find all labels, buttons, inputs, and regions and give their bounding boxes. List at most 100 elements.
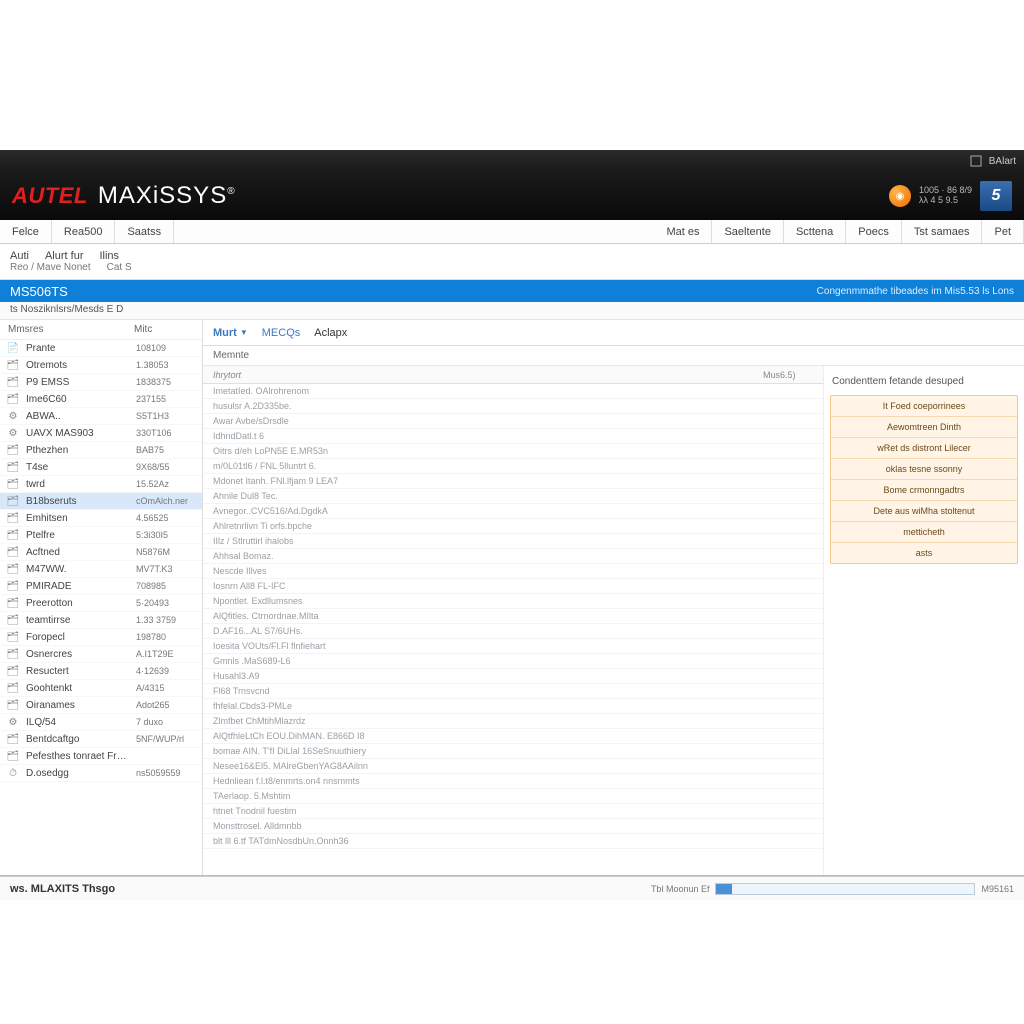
grid-row[interactable]: Oitrs d/eh LoPN5E E.MR53n xyxy=(203,444,823,459)
sidebar-item[interactable]: 🗂twrd15.52Az xyxy=(0,476,202,493)
sidebar[interactable]: Mmsres Mitc 📄Prante108109🗂Otremots1.3805… xyxy=(0,320,203,875)
grid-row[interactable]: Nescde Illves xyxy=(203,564,823,579)
grid-row[interactable]: blt lll 6.tf TATdmNosdbUn.Onnh36 xyxy=(203,834,823,849)
grid-row[interactable]: AlQfitles. Ctrnordnae.MIlta xyxy=(203,609,823,624)
grid-row[interactable]: Avnegor..CVC516/Ad.DgdkA xyxy=(203,504,823,519)
grid-header-col1: Ihrytort xyxy=(203,370,763,380)
subbar-reo[interactable]: Reo / Mave Nonet xyxy=(10,262,91,273)
tab-saeltente[interactable]: Saeltente xyxy=(712,220,783,243)
grid-row[interactable]: m/0L01tl6 / FNL 5lluntrt 6. xyxy=(203,459,823,474)
callout-item[interactable]: oklas tesne ssonny xyxy=(831,459,1017,480)
sidebar-item[interactable]: 🗂OsnercresA.I1T29E xyxy=(0,646,202,663)
grid-row[interactable]: Ahlretnrlivn Ti orfs.bpche xyxy=(203,519,823,534)
grid-row[interactable]: Mdonet Itanh. FNl.lfjam 9 LEA7 xyxy=(203,474,823,489)
grid-row[interactable]: Zlmfbet ChMtihMlazrdz xyxy=(203,714,823,729)
sidebar-item[interactable]: 📄Prante108109 xyxy=(0,340,202,357)
tab-poecs[interactable]: Poecs xyxy=(846,220,902,243)
sidebar-item[interactable]: ⚙ILQ/547 duxo xyxy=(0,714,202,731)
sidebar-item-icon: 🗂 xyxy=(6,444,20,456)
callout-item[interactable]: It Foed coeporrinees xyxy=(831,396,1017,417)
callout-item[interactable]: metticheth xyxy=(831,522,1017,543)
tab-felce[interactable]: Felce xyxy=(0,220,52,243)
sidebar-item-icon: 🗂 xyxy=(6,563,20,575)
sidebar-item-icon: 🗂 xyxy=(6,597,20,609)
grid-row[interactable]: Monsttrosel. Alldmnbb xyxy=(203,819,823,834)
grid-row[interactable]: Ahhsal Bomaz. xyxy=(203,549,823,564)
sidebar-item[interactable]: 🗂Pefesthes tonraet Frnce xyxy=(0,748,202,765)
grid-row[interactable]: Ioesita VOUts/Fl.Fl flnfiehart xyxy=(203,639,823,654)
sidebar-item[interactable]: 🗂Emhitsen4.56525 xyxy=(0,510,202,527)
sidebar-item[interactable]: 🗂Otremots1.38053 xyxy=(0,357,202,374)
sidebar-item[interactable]: 🗂Foropecl198780 xyxy=(0,629,202,646)
grid-row[interactable]: AlQtfhleLtCh EOU.DihMAN. E866D I8 xyxy=(203,729,823,744)
grid-row[interactable]: TAerlaop. 5.Mshtim xyxy=(203,789,823,804)
callout-item[interactable]: Aewomtreen Dinth xyxy=(831,417,1017,438)
grid-row[interactable]: Husahl3.A9 xyxy=(203,669,823,684)
sidebar-item[interactable]: 🗂B18bserutscOmAlch.ner xyxy=(0,493,202,510)
sidebar-item[interactable]: 🗂Ime6C60237155 xyxy=(0,391,202,408)
sidebar-item[interactable]: 🗂Bentdcaftgo5NF/WUP/rl xyxy=(0,731,202,748)
sidebar-item[interactable]: 🗂GoohtenktA/4315 xyxy=(0,680,202,697)
grid-row[interactable]: husulsr A.2D335be. xyxy=(203,399,823,414)
sidebar-item[interactable]: ⚙ABWA..S5T1H3 xyxy=(0,408,202,425)
content-tab-main[interactable]: Murt▼ xyxy=(213,327,248,339)
sidebar-item[interactable]: 🗂PthezhenBAB75 xyxy=(0,442,202,459)
sidebar-item-value: 1.38053 xyxy=(136,360,196,370)
grid-row[interactable]: ImetatIed. OAlrohrenom xyxy=(203,384,823,399)
tab-rea500[interactable]: Rea500 xyxy=(52,220,116,243)
tab-scttena[interactable]: Scttena xyxy=(784,220,846,243)
grid-row[interactable]: Iosnrn All8 FL-IFC xyxy=(203,579,823,594)
sidebar-item-label: Ptelfre xyxy=(26,530,130,541)
sidebar-item-value: 708985 xyxy=(136,581,196,591)
grid-row[interactable]: Nesee16&El5. MAlreGbenYAG8AAilnn xyxy=(203,759,823,774)
tab-mates[interactable]: Mat es xyxy=(654,220,712,243)
subbar-auti[interactable]: Auti xyxy=(10,250,29,262)
tab-pet[interactable]: Pet xyxy=(982,220,1024,243)
sidebar-item[interactable]: 🗂AcftnedN5876M xyxy=(0,544,202,561)
sidebar-item[interactable]: 🗂M47WW.MV7T.K3 xyxy=(0,561,202,578)
subbar-cats[interactable]: Cat S xyxy=(107,262,132,273)
grid-row[interactable]: Gmnls .MaS689-L6 xyxy=(203,654,823,669)
tab-saatss[interactable]: Saatss xyxy=(115,220,174,243)
sidebar-item-value: 7 duxo xyxy=(136,717,196,727)
brand-blue-box[interactable]: 5 xyxy=(980,181,1012,211)
sidebar-item[interactable]: ⏱D.osedggns5059559 xyxy=(0,765,202,782)
sidebar-item[interactable]: 🗂teamtirrse1.33 3759 xyxy=(0,612,202,629)
grid-row[interactable]: IdhndDatl.t 6 xyxy=(203,429,823,444)
grid-row[interactable]: Npontlet. Exdllumsnes xyxy=(203,594,823,609)
connect-icon[interactable]: ◉ xyxy=(889,185,911,207)
tab-tstsamaes[interactable]: Tst samaes xyxy=(902,220,983,243)
sidebar-item-icon: 🗂 xyxy=(6,614,20,626)
sidebar-item[interactable]: 🗂Ptelfre5:3i30I5 xyxy=(0,527,202,544)
grid-row[interactable]: fhfelal.Cbds3-PMLe xyxy=(203,699,823,714)
sidebar-item[interactable]: ⚙UAVX MAS903330T106 xyxy=(0,425,202,442)
sidebar-item[interactable]: 🗂OiranamesAdot265 xyxy=(0,697,202,714)
content-tab-adapt[interactable]: Aclapx xyxy=(314,327,347,339)
brand-status-text: 1005 · 86 8/9 λλ 4 5 9.5 xyxy=(919,186,972,206)
grid-row[interactable]: Hednliean f.l.t8/enmrts.on4 nnsmmts xyxy=(203,774,823,789)
sidebar-item[interactable]: 🗂PMIRADE708985 xyxy=(0,578,202,595)
content-tab-meta[interactable]: MECQs xyxy=(262,327,301,339)
subbar-ilins[interactable]: Ilins xyxy=(99,250,119,262)
grid-row[interactable]: Fl68 Trnsvcnd xyxy=(203,684,823,699)
grid-row[interactable]: Ahnile Dul8 Tec. xyxy=(203,489,823,504)
sidebar-item-label: Goohtenkt xyxy=(26,683,130,694)
callout-item[interactable]: wRet ds distront Lilecer xyxy=(831,438,1017,459)
grid-area[interactable]: Ihrytort Mus6.5) ImetatIed. OAlrohrenomh… xyxy=(203,366,824,875)
grid-row[interactable]: bomae AIN. T'fI DiLlal 16SeSnuuthiery xyxy=(203,744,823,759)
grid-row[interactable]: IIlz / Stlruttirl ihalobs xyxy=(203,534,823,549)
callout-item[interactable]: Dete aus wiMha stoltenut xyxy=(831,501,1017,522)
subbar-alurtfur[interactable]: Alurt fur xyxy=(45,250,84,262)
grid-row[interactable]: D.AF16...AL S7/6UHs. xyxy=(203,624,823,639)
callout-item[interactable]: Bome crmonngadtrs xyxy=(831,480,1017,501)
sidebar-header-col1: Mmsres xyxy=(8,324,44,335)
brand-autel: AUTEL xyxy=(12,183,88,209)
sidebar-item[interactable]: 🗂T4se9X68/55 xyxy=(0,459,202,476)
sidebar-item[interactable]: 🗂P9 EMSS1838375 xyxy=(0,374,202,391)
main-area: Mmsres Mitc 📄Prante108109🗂Otremots1.3805… xyxy=(0,320,1024,876)
grid-row[interactable]: Awar Avbe/sDrsdle xyxy=(203,414,823,429)
grid-row[interactable]: htnet Tnodnil fuestim xyxy=(203,804,823,819)
sidebar-item[interactable]: 🗂Preerotton5·20493 xyxy=(0,595,202,612)
callout-item[interactable]: asts xyxy=(831,543,1017,563)
sidebar-item[interactable]: 🗂Resuctert4·12639 xyxy=(0,663,202,680)
